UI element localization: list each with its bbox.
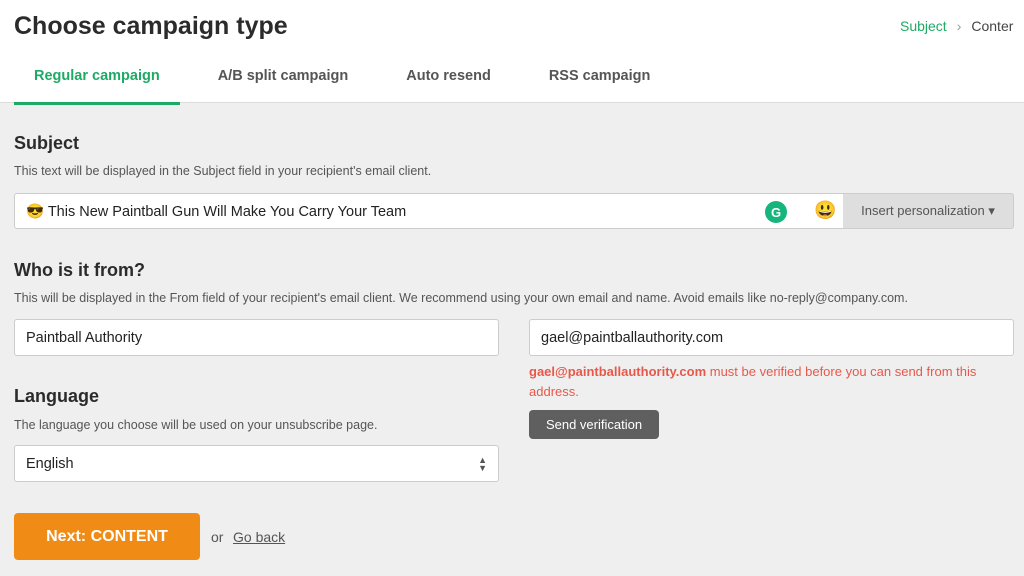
select-arrows-icon: ▲ ▼	[478, 454, 487, 473]
tab-regular-campaign[interactable]: Regular campaign	[14, 60, 180, 105]
emoji-picker-icon[interactable]: 😃	[814, 200, 836, 221]
header: Choose campaign type Subject › Conter Regu…	[0, 0, 1024, 105]
tab-ab-split-campaign[interactable]: A/B split campaign	[218, 60, 349, 105]
tab-rss-campaign[interactable]: RSS campaign	[549, 60, 651, 105]
language-select[interactable]: English ▲ ▼	[14, 445, 499, 482]
from-heading: Who is it from?	[14, 260, 145, 280]
chevron-right-icon: ›	[956, 18, 962, 34]
verification-error: gael@paintballauthority.com must be veri…	[529, 362, 1009, 402]
campaign-tabs: Regular campaign A/B split campaign Auto…	[14, 60, 650, 105]
from-help: This will be displayed in the From field…	[14, 291, 908, 305]
language-help: The language you choose will be used on …	[14, 418, 378, 432]
error-email: gael@paintballauthority.com	[529, 364, 707, 379]
step-content[interactable]: Conter	[971, 18, 1013, 34]
step-subject[interactable]: Subject	[900, 18, 947, 34]
grammarly-icon[interactable]: G	[765, 201, 787, 223]
subject-heading: Subject	[14, 133, 80, 153]
subject-input[interactable]: 😎 This New Paintball Gun Will Make You C…	[14, 193, 844, 229]
from-name-input[interactable]: Paintball Authority	[14, 319, 499, 356]
go-back-link[interactable]: Go back	[233, 529, 285, 545]
language-value: English	[26, 455, 74, 472]
next-content-button[interactable]: Next: CONTENT	[14, 513, 200, 560]
or-text: or	[211, 529, 224, 545]
send-verification-button[interactable]: Send verification	[529, 410, 659, 439]
tab-auto-resend[interactable]: Auto resend	[406, 60, 491, 105]
subject-help: This text will be displayed in the Subje…	[14, 164, 432, 178]
language-heading: Language	[14, 386, 100, 406]
from-email-input[interactable]: gael@paintballauthority.com	[529, 319, 1014, 356]
breadcrumb: Subject › Conter	[900, 18, 1013, 34]
page-title: Choose campaign type	[14, 12, 288, 40]
insert-personalization-button[interactable]: Insert personalization ▾	[843, 193, 1014, 229]
